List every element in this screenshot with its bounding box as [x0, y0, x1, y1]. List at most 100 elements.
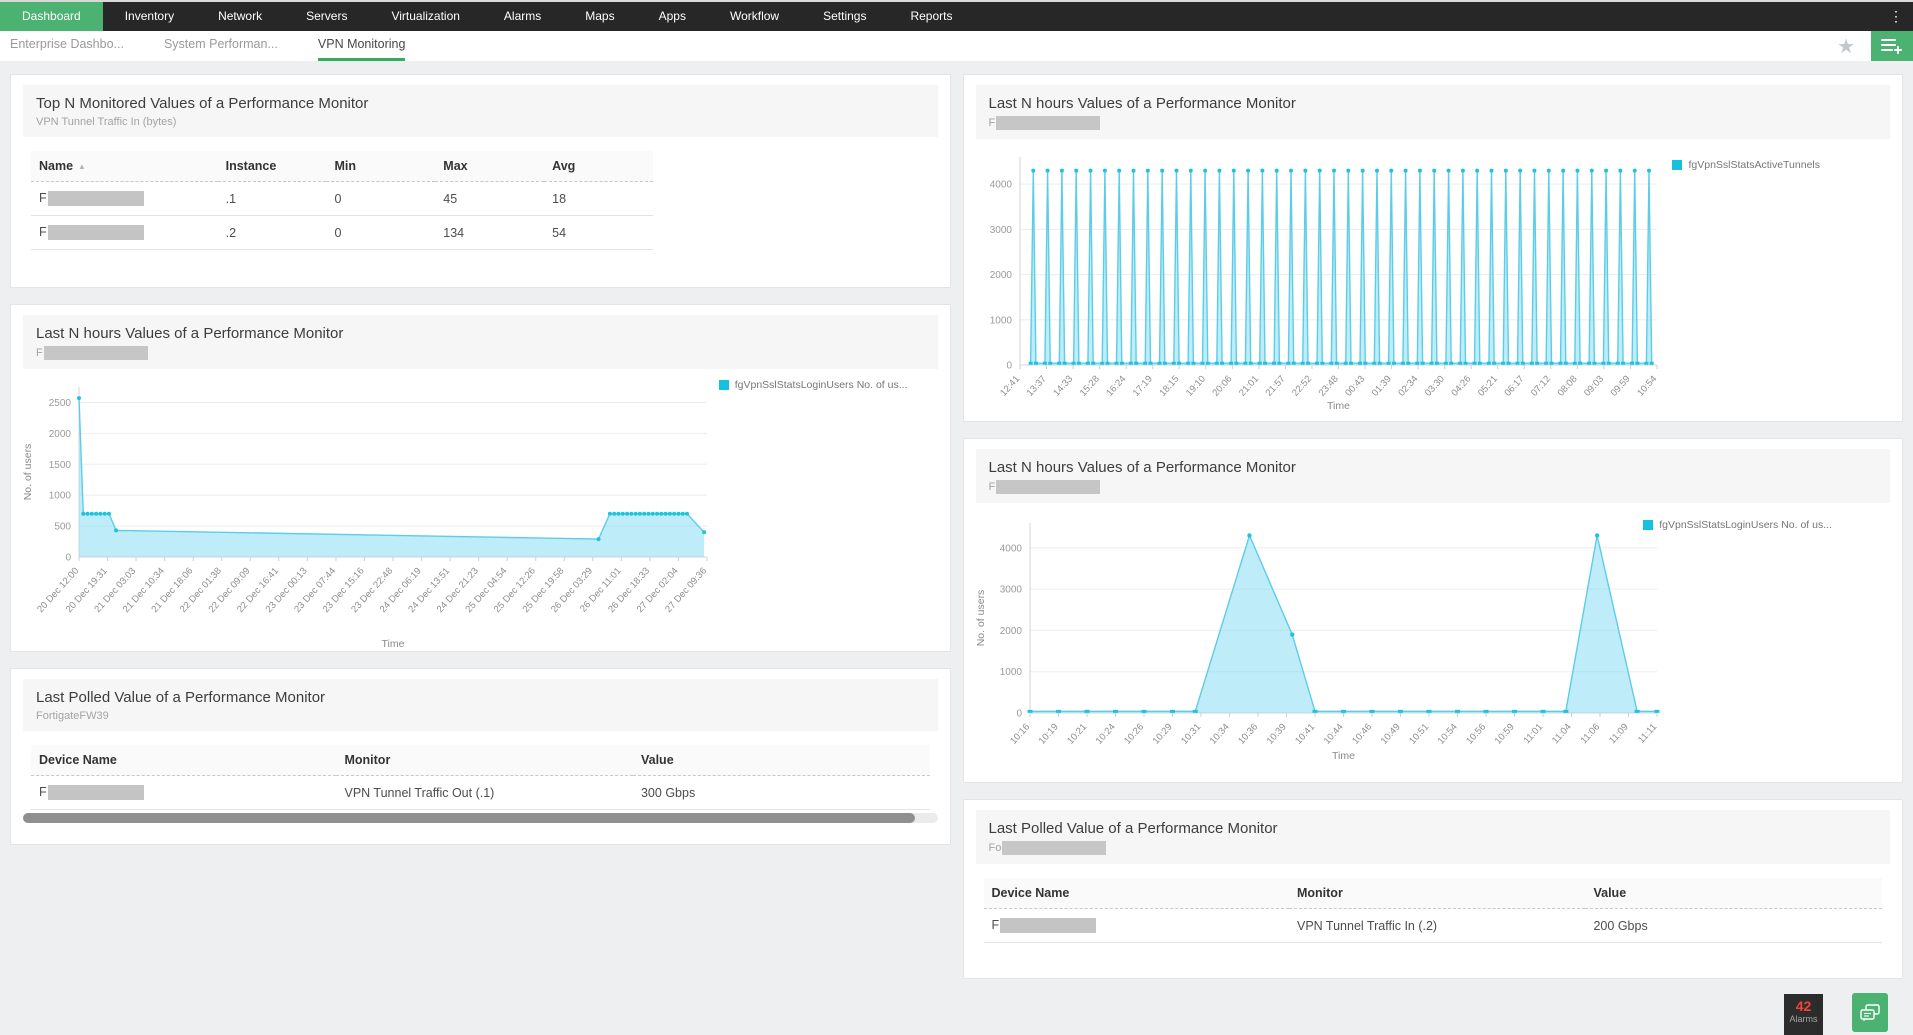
polled-table: Device Name Monitor Value F VPN Tunnel T…: [984, 878, 1883, 943]
svg-text:Time: Time: [382, 638, 405, 650]
chat-button[interactable]: [1852, 993, 1888, 1032]
widget-header: Last Polled Value of a Performance Monit…: [976, 810, 1891, 864]
svg-text:4000: 4000: [989, 180, 1012, 191]
svg-text:05:21: 05:21: [1475, 374, 1499, 399]
svg-text:10:36: 10:36: [1236, 722, 1260, 747]
svg-text:03:30: 03:30: [1422, 374, 1446, 399]
tab-enterprise-dashboard[interactable]: Enterprise Dashbo...: [10, 31, 124, 61]
nav-item-servers[interactable]: Servers: [284, 2, 369, 31]
widget-title: Top N Monitored Values of a Performance …: [36, 95, 925, 112]
widget-title: Last Polled Value of a Performance Monit…: [989, 820, 1878, 837]
legend-swatch: [719, 380, 729, 390]
device-name-cell: F: [31, 216, 218, 250]
svg-text:00:43: 00:43: [1343, 374, 1367, 399]
svg-text:10:21: 10:21: [1065, 722, 1089, 747]
svg-text:11:01: 11:01: [1521, 722, 1545, 747]
svg-text:13:37: 13:37: [1024, 374, 1048, 399]
svg-text:0: 0: [65, 553, 71, 564]
widget-header: Top N Monitored Values of a Performance …: [23, 85, 938, 137]
value-cell: 200 Gbps: [1585, 909, 1882, 943]
nav-item-settings[interactable]: Settings: [801, 2, 888, 31]
svg-text:1000: 1000: [989, 315, 1012, 326]
svg-text:No. of users: No. of users: [22, 444, 34, 501]
screen: Dashboard Inventory Network Servers Virt…: [0, 0, 1913, 1035]
svg-text:0: 0: [1016, 709, 1022, 720]
min-cell: 0: [326, 216, 435, 250]
chat-icon: [1859, 1003, 1881, 1023]
alarm-label: Alarms: [1784, 1014, 1823, 1024]
line-chart: 0500100015002000250020 Dec 12:0020 Dec 1…: [17, 375, 932, 652]
chart-area: fgVpnSslStatsLoginUsers No. of us... 0 10…: [970, 509, 1897, 770]
svg-text:2000: 2000: [989, 270, 1012, 281]
alarms-badge[interactable]: 42 Alarms: [1784, 994, 1823, 1035]
kebab-menu-icon[interactable]: ⋮: [1879, 2, 1913, 31]
legend-label: fgVpnSslStatsActiveTunnels: [1688, 159, 1820, 171]
avg-cell: 18: [544, 182, 653, 216]
column-instance: Instance: [218, 151, 327, 182]
table-header-row: Name▲ Instance Min Max Avg: [31, 151, 653, 182]
widget-header: Last Polled Value of a Performance Monit…: [23, 679, 938, 731]
nav-item-workflow[interactable]: Workflow: [708, 2, 801, 31]
widget-last-polled-right: Last Polled Value of a Performance Monit…: [963, 799, 1904, 979]
scrollbar-thumb[interactable]: [23, 813, 915, 823]
tab-system-performance[interactable]: System Performan...: [164, 31, 278, 61]
widget-title: Last N hours Values of a Performance Mon…: [989, 459, 1878, 476]
nav-item-virtualization[interactable]: Virtualization: [369, 2, 481, 31]
area-chart: 0100020003000400010:1610:1910:2110:2410:…: [970, 509, 1885, 765]
widget-subtitle: F: [36, 346, 925, 360]
nav-item-dashboard[interactable]: Dashboard: [0, 2, 103, 31]
widget-title: Last N hours Values of a Performance Mon…: [989, 95, 1878, 112]
nav-item-inventory[interactable]: Inventory: [103, 2, 196, 31]
table-row: F .2 0 134 54: [31, 216, 653, 250]
redacted-device: [44, 346, 148, 360]
instance-cell: .1: [218, 182, 327, 216]
redacted-name: [48, 225, 144, 240]
table-header-row: Device Name Monitor Value: [984, 878, 1883, 909]
svg-text:14:33: 14:33: [1051, 374, 1075, 399]
add-widget-button[interactable]: [1871, 31, 1913, 61]
svg-text:Time: Time: [1327, 400, 1350, 412]
legend-swatch: [1643, 520, 1653, 530]
svg-text:1500: 1500: [49, 460, 72, 471]
favorite-star-icon[interactable]: ★: [1837, 34, 1855, 59]
svg-text:11:11: 11:11: [1636, 722, 1659, 746]
nav-item-apps[interactable]: Apps: [637, 2, 708, 31]
svg-text:10:26: 10:26: [1122, 722, 1146, 747]
legend-swatch: [1672, 160, 1682, 170]
widget-header: Last N hours Values of a Performance Mon…: [976, 449, 1891, 503]
device-name-cell: F: [31, 776, 336, 810]
chart-area: fgVpnSslStatsActiveTunnels 0100020003000…: [970, 145, 1897, 420]
redacted-name: [48, 191, 144, 206]
chart-legend: fgVpnSslStatsLoginUsers No. of us...: [1643, 519, 1832, 531]
nav-item-reports[interactable]: Reports: [888, 2, 974, 31]
column-name[interactable]: Name▲: [31, 151, 218, 182]
column-device-name: Device Name: [984, 878, 1289, 909]
svg-text:12:41: 12:41: [998, 374, 1022, 399]
column-max: Max: [435, 151, 544, 182]
value-cell: 300 Gbps: [633, 776, 930, 810]
redacted-device: [996, 116, 1100, 130]
max-cell: 134: [435, 216, 544, 250]
column-avg: Avg: [544, 151, 653, 182]
svg-text:09:03: 09:03: [1582, 374, 1606, 399]
widget-subtitle: F: [989, 116, 1878, 130]
svg-text:2000: 2000: [999, 626, 1022, 637]
instance-cell: .2: [218, 216, 327, 250]
redacted-device: [996, 480, 1100, 494]
svg-text:10:34: 10:34: [1207, 722, 1231, 747]
svg-text:10:54: 10:54: [1635, 374, 1659, 399]
svg-text:07:12: 07:12: [1528, 374, 1552, 399]
svg-text:10:54: 10:54: [1435, 722, 1459, 747]
alarm-count: 42: [1784, 999, 1823, 1014]
device-name-cell: F: [31, 182, 218, 216]
nav-item-network[interactable]: Network: [196, 2, 284, 31]
nav-item-alarms[interactable]: Alarms: [482, 2, 563, 31]
widget-title: Last N hours Values of a Performance Mon…: [36, 325, 925, 342]
svg-text:3000: 3000: [999, 585, 1022, 596]
redacted-name: [1000, 918, 1096, 933]
tab-vpn-monitoring[interactable]: VPN Monitoring: [318, 31, 406, 61]
column-monitor: Monitor: [336, 745, 633, 776]
svg-text:10:29: 10:29: [1150, 722, 1174, 747]
svg-text:06:17: 06:17: [1502, 374, 1526, 399]
nav-item-maps[interactable]: Maps: [563, 2, 636, 31]
